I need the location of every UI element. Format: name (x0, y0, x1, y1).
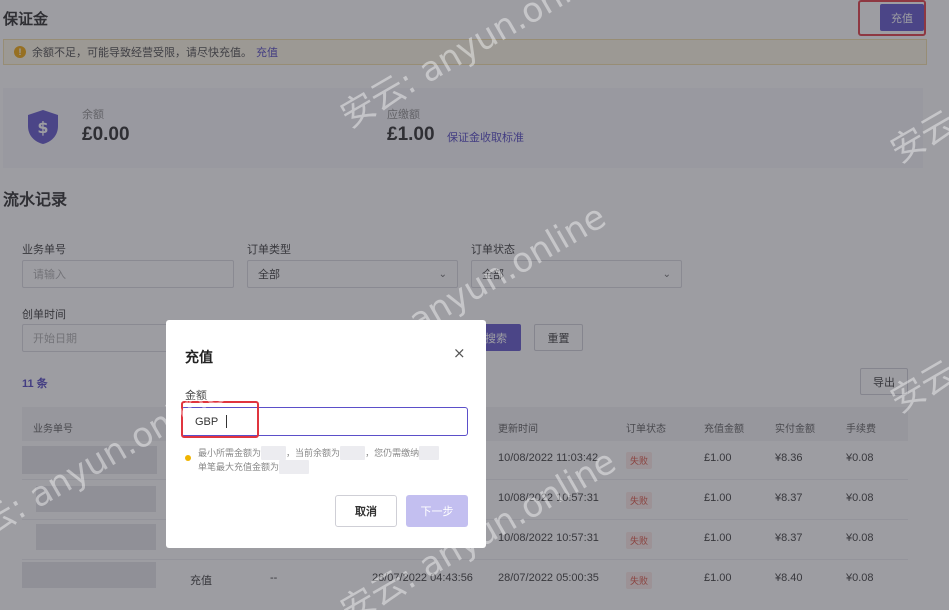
recharge-modal: 充值 × 金额 GBP 最小所需金额为£0000，当前余额为£0000，您仍需缴… (166, 320, 486, 548)
text-caret (226, 415, 228, 428)
next-button[interactable]: 下一步 (406, 495, 468, 527)
modal-title: 充值 (185, 349, 213, 365)
currency-prefix: GBP (195, 415, 219, 428)
amount-hint: 最小所需金额为£0000，当前余额为£0000，您仍需缴纳£000 单笔最大充值… (198, 446, 468, 474)
close-icon[interactable]: × (453, 344, 466, 362)
amount-input[interactable]: GBP (181, 407, 468, 436)
amount-label: 金额 (185, 390, 207, 402)
cancel-button[interactable]: 取消 (335, 495, 397, 527)
hint-dot-icon (185, 455, 191, 461)
